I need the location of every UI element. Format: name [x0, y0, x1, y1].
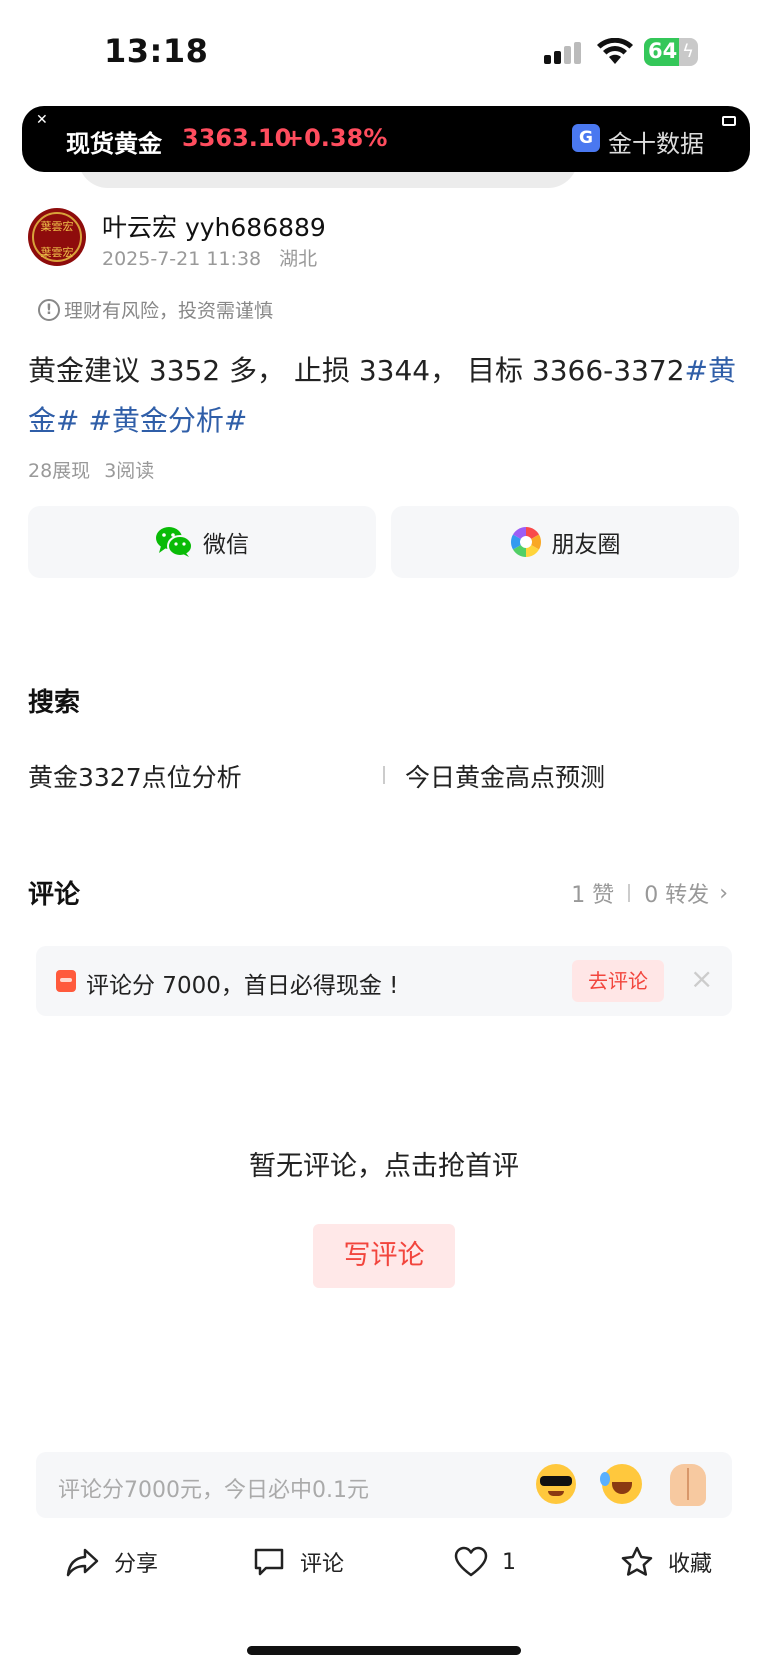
- comment-input-placeholder: 评论分7000元，今日必中0.1元: [58, 1478, 369, 1503]
- comment-button[interactable]: 评论: [252, 1546, 344, 1578]
- hashtag-gold-analysis[interactable]: #黄金分析#: [88, 404, 247, 437]
- red-envelope-icon: [56, 970, 76, 992]
- sunglasses-emoji-icon[interactable]: [536, 1464, 576, 1504]
- post-text: 黄金建议 3352 多， 止损 3344， 目标 3366-3372: [28, 354, 685, 387]
- laughing-tears-emoji-icon[interactable]: [600, 1464, 642, 1504]
- empty-comments-text: 暂无评论，点击抢首评: [249, 1151, 519, 1182]
- post-date: 2025-7-21 11:38: [102, 248, 262, 270]
- post-stats: 28展现 3阅读: [28, 456, 168, 483]
- post-content: 黄金建议 3352 多， 止损 3344， 目标 3366-3372#黄金# #…: [28, 346, 740, 446]
- comment-icon: [254, 1548, 284, 1576]
- ticker-name: 现货黄金: [66, 130, 162, 158]
- like-count: 1: [502, 1549, 516, 1575]
- share-wechat-button[interactable]: 微信: [28, 506, 376, 578]
- comment-label: 评论: [300, 1552, 345, 1577]
- promo-text: 评论分 7000，首日必得现金 !: [86, 973, 399, 999]
- gold-ticker-banner[interactable]: ✕ 现货黄金 3363.10 +0.38% G 金十数据: [22, 106, 750, 172]
- risk-notice: ! 理财有风险，投资需谨慎: [38, 296, 273, 323]
- chevron-right-icon: ›: [719, 880, 728, 906]
- risk-notice-text: 理财有风险，投资需谨慎: [64, 300, 274, 322]
- ticker-price: 3363.10: [182, 124, 292, 152]
- status-time: 13:18: [104, 32, 209, 70]
- avatar[interactable]: 葉雲宏 葉雲宏: [28, 208, 86, 266]
- search-suggestion-2[interactable]: 今日黄金高点预测: [405, 758, 605, 794]
- forwards-count: 0 转发: [644, 883, 710, 908]
- author-name[interactable]: 叶云宏 yyh686889: [102, 208, 326, 244]
- comment-promo-banner: 评论分 7000，首日必得现金 ! 去评论 ×: [36, 946, 732, 1016]
- battery-icon: 64 ϟ: [644, 38, 698, 66]
- reads-count: 3阅读: [104, 460, 155, 482]
- status-bar: 13:18 64 ϟ: [0, 0, 768, 100]
- search-divider: [383, 766, 385, 784]
- praying-hands-emoji-icon[interactable]: [670, 1464, 706, 1506]
- ticker-change: +0.38%: [284, 124, 388, 152]
- go-comment-button[interactable]: 去评论: [572, 960, 664, 1002]
- comments-section-title: 评论: [28, 880, 81, 910]
- star-icon: [621, 1546, 653, 1576]
- search-suggestion-1[interactable]: 黄金3327点位分析: [28, 758, 242, 794]
- views-count: 28展现: [28, 460, 91, 482]
- wechat-icon: [156, 527, 193, 557]
- favorite-button[interactable]: 收藏: [620, 1546, 712, 1578]
- comment-stats[interactable]: 1 赞 0 转发 ›: [571, 877, 728, 909]
- share-moments-button[interactable]: 朋友圈: [391, 506, 739, 578]
- ticker-brand: 金十数据: [608, 130, 704, 158]
- home-indicator[interactable]: [247, 1646, 521, 1655]
- share-wechat-label: 微信: [203, 532, 249, 558]
- moments-icon: [510, 527, 541, 557]
- share-button[interactable]: 分享: [66, 1546, 158, 1578]
- jin10-logo-icon: G: [572, 124, 600, 152]
- like-button[interactable]: 1: [454, 1546, 516, 1578]
- share-label: 分享: [114, 1552, 159, 1577]
- heart-icon: [454, 1546, 488, 1577]
- pip-icon[interactable]: [722, 116, 736, 126]
- likes-count: 1 赞: [571, 883, 615, 908]
- info-icon: !: [38, 298, 60, 321]
- write-comment-button[interactable]: 写评论: [313, 1224, 455, 1288]
- post-location: 湖北: [279, 248, 318, 270]
- comment-input[interactable]: 评论分7000元，今日必中0.1元: [36, 1452, 732, 1518]
- post-meta: 2025-7-21 11:38 湖北: [102, 244, 335, 271]
- share-moments-label: 朋友圈: [551, 532, 621, 558]
- wifi-icon: [597, 38, 633, 64]
- share-arrow-icon: [66, 1548, 99, 1577]
- search-section-title: 搜索: [28, 688, 81, 718]
- cellular-signal-icon: [544, 42, 584, 64]
- favorite-label: 收藏: [668, 1552, 713, 1577]
- battery-level: 64: [648, 39, 678, 63]
- close-icon[interactable]: ×: [690, 962, 713, 995]
- close-icon[interactable]: ✕: [36, 112, 48, 128]
